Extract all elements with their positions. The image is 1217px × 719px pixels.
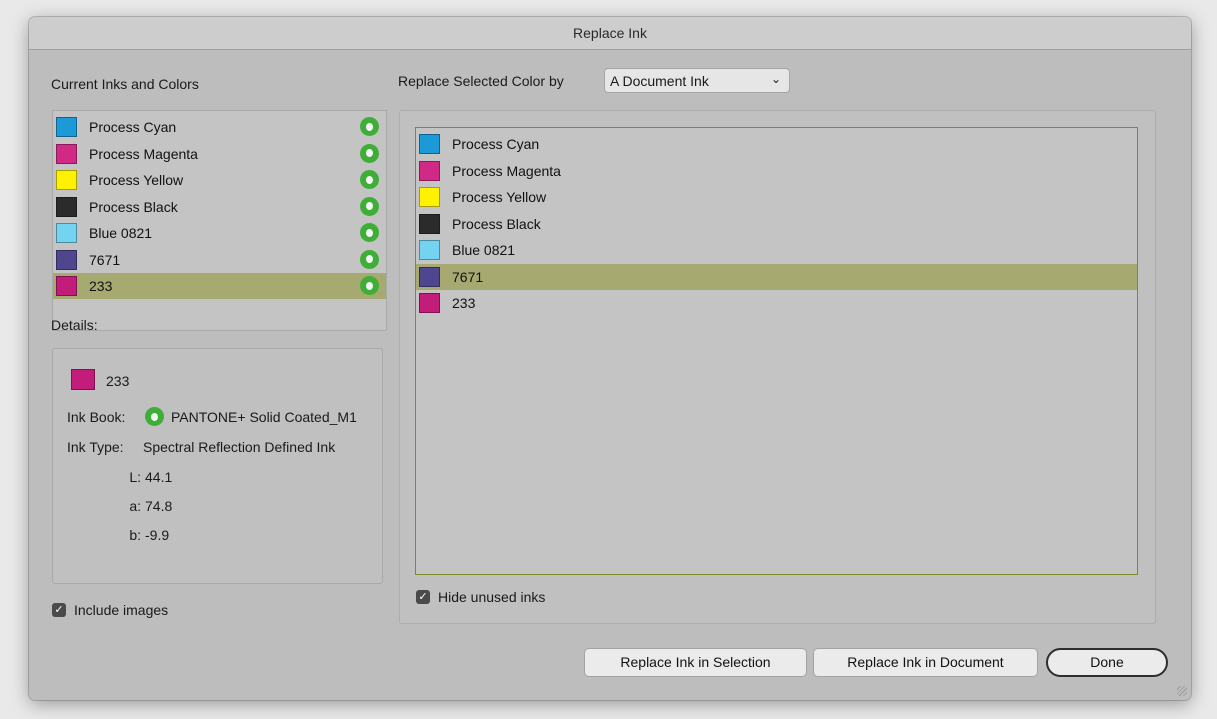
include-images-checkbox[interactable]: ✓ bbox=[52, 603, 66, 617]
replace-by-label: Replace Selected Color by bbox=[398, 73, 564, 89]
ink-name: 7671 bbox=[89, 251, 121, 268]
spot-color-icon bbox=[360, 196, 379, 216]
details-ink-swatch bbox=[71, 369, 95, 390]
ink-row[interactable]: Process Yellow bbox=[53, 167, 386, 193]
replace-by-selected-value: A Document Ink bbox=[610, 73, 709, 89]
ink-swatch bbox=[419, 266, 440, 287]
done-button[interactable]: Done bbox=[1046, 648, 1168, 677]
ink-name: Process Yellow bbox=[452, 189, 547, 205]
ink-name: Blue 0821 bbox=[89, 225, 153, 241]
ink-swatch bbox=[419, 187, 440, 207]
ink-swatch bbox=[419, 160, 440, 181]
resize-grip-icon[interactable] bbox=[1177, 686, 1187, 696]
document-inks-list[interactable]: Process Cyan Process Magenta Process Yello… bbox=[415, 127, 1138, 575]
ink-name: 7671 bbox=[452, 268, 484, 285]
details-panel: 233 Ink Book: PANTONE+ Solid Coated_M1 I… bbox=[52, 348, 383, 584]
ink-swatch bbox=[56, 276, 77, 296]
ink-row[interactable]: Process Magenta bbox=[416, 158, 1137, 184]
l-label: L: bbox=[129, 469, 141, 485]
ink-type-label: Ink Type: bbox=[67, 439, 124, 455]
ink-row[interactable]: 233 bbox=[416, 290, 1137, 316]
ink-row[interactable]: Process Yellow bbox=[416, 184, 1137, 210]
ink-name: Process Magenta bbox=[452, 162, 561, 179]
current-inks-header: Current Inks and Colors bbox=[51, 76, 199, 92]
ink-row[interactable]: 7671 bbox=[53, 247, 386, 273]
ink-row[interactable]: Blue 0821 bbox=[416, 237, 1137, 263]
ink-row[interactable]: Process Black bbox=[416, 211, 1137, 237]
ink-name: Process Cyan bbox=[452, 136, 540, 152]
replace-ink-in-document-button[interactable]: Replace Ink in Document bbox=[813, 648, 1038, 677]
ink-swatch bbox=[56, 117, 77, 137]
ink-row[interactable]: Process Magenta bbox=[53, 141, 386, 167]
current-inks-list[interactable]: Process Cyan Process Magenta Process Yello… bbox=[52, 110, 387, 331]
spot-color-icon bbox=[360, 143, 379, 163]
ink-swatch bbox=[419, 293, 440, 313]
spot-color-icon bbox=[360, 276, 379, 295]
ink-name: 233 bbox=[452, 295, 476, 311]
details-ink-name: 233 bbox=[106, 373, 130, 389]
b-value: -9.9 bbox=[145, 527, 170, 543]
chevron-down-icon: ⌄ bbox=[770, 72, 781, 86]
ink-name: Blue 0821 bbox=[452, 242, 516, 258]
spot-color-icon bbox=[360, 117, 379, 136]
spot-color-icon bbox=[145, 407, 164, 426]
a-value: 74.8 bbox=[145, 498, 173, 514]
ink-row[interactable]: 233 bbox=[53, 273, 386, 299]
ink-swatch bbox=[419, 134, 440, 154]
ink-swatch bbox=[56, 170, 77, 190]
replace-by-select[interactable]: A Document Ink ⌄ bbox=[604, 68, 790, 93]
replace-ink-in-selection-button[interactable]: Replace Ink in Selection bbox=[584, 648, 807, 677]
l-value: 44.1 bbox=[145, 469, 173, 485]
ink-swatch bbox=[56, 196, 77, 217]
ink-row[interactable]: 7671 bbox=[416, 263, 1137, 290]
ink-swatch bbox=[56, 223, 77, 243]
ink-swatch bbox=[419, 240, 440, 260]
ink-name: Process Black bbox=[452, 215, 541, 232]
replace-ink-dialog: Replace Ink Current Inks and Colors Proc… bbox=[29, 17, 1191, 700]
include-images-label: Include images bbox=[74, 602, 169, 618]
ink-row[interactable]: Process Black bbox=[53, 194, 386, 220]
hide-unused-inks-checkbox[interactable]: ✓ bbox=[416, 590, 430, 604]
ink-name: 233 bbox=[89, 278, 113, 294]
details-label: Details: bbox=[51, 317, 98, 333]
a-label: a: bbox=[129, 498, 141, 514]
window-title: Replace Ink bbox=[573, 25, 647, 41]
ink-name: Process Black bbox=[89, 198, 178, 215]
ink-swatch bbox=[56, 249, 77, 270]
ink-name: Process Magenta bbox=[89, 145, 198, 162]
spot-color-icon bbox=[360, 249, 379, 269]
spot-color-icon bbox=[360, 170, 379, 189]
ink-book-label: Ink Book: bbox=[67, 409, 126, 425]
spot-color-icon bbox=[360, 223, 379, 242]
b-label: b: bbox=[129, 527, 141, 543]
hide-unused-inks-label: Hide unused inks bbox=[438, 589, 546, 605]
ink-name: Process Cyan bbox=[89, 119, 177, 135]
ink-type-value: Spectral Reflection Defined Ink bbox=[143, 439, 336, 455]
ink-swatch bbox=[56, 143, 77, 164]
ink-row[interactable]: Process Cyan bbox=[53, 114, 386, 140]
ink-row[interactable]: Process Cyan bbox=[416, 131, 1137, 157]
ink-swatch bbox=[419, 213, 440, 234]
title-bar: Replace Ink bbox=[29, 17, 1191, 50]
ink-name: Process Yellow bbox=[89, 172, 184, 188]
ink-book-value: PANTONE+ Solid Coated_M1 bbox=[171, 409, 357, 425]
ink-row[interactable]: Blue 0821 bbox=[53, 220, 386, 246]
